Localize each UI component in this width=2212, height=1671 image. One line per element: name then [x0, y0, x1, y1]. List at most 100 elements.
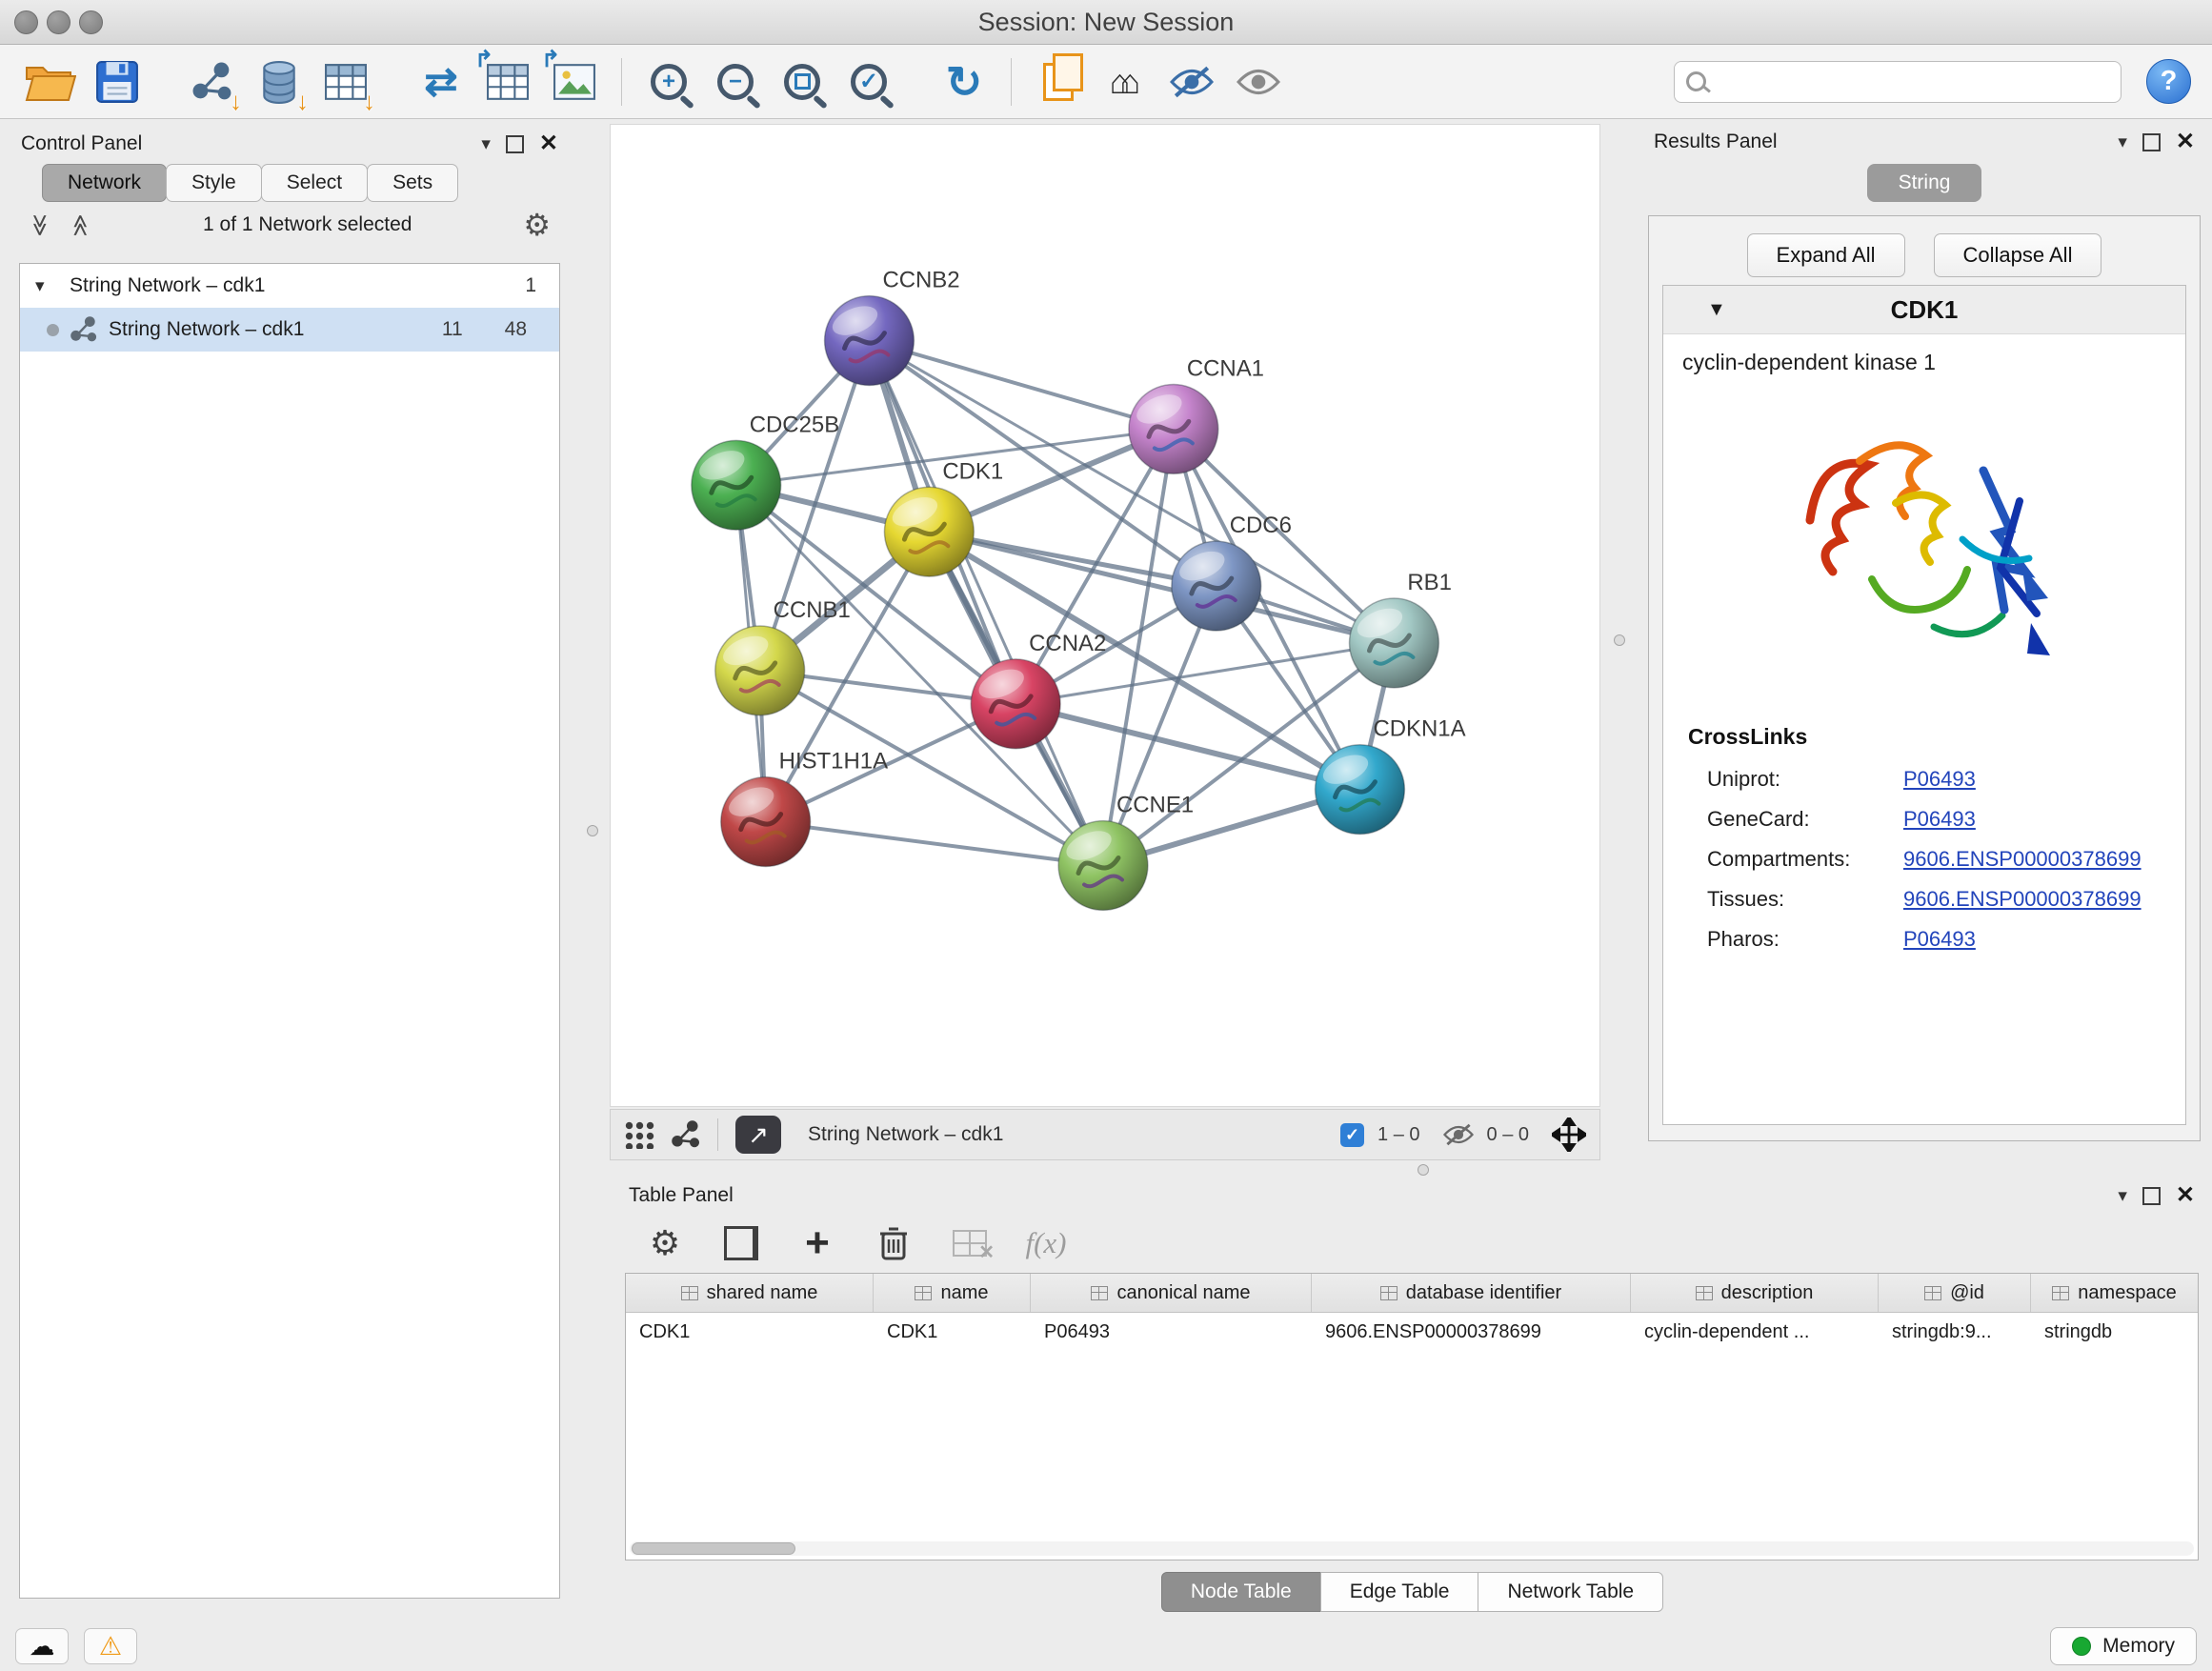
panel-close-icon[interactable]: ✕ [539, 132, 558, 155]
tab-network-table[interactable]: Network Table [1478, 1572, 1663, 1612]
network-collection-row[interactable]: ▾ String Network – cdk1 1 [20, 264, 559, 308]
selected-checkbox-icon[interactable]: ✓ [1340, 1123, 1364, 1147]
gene-card-header[interactable]: ▼ CDK1 [1663, 286, 2185, 334]
help-button[interactable]: ? [2146, 59, 2191, 104]
network-row[interactable]: String Network – cdk1 11 48 [20, 308, 559, 352]
birdseye-grid-icon[interactable] [624, 1120, 654, 1149]
add-column-button[interactable]: + [796, 1220, 838, 1266]
table-row[interactable]: CDK1 CDK1 P06493 9606.ENSP00000378699 cy… [626, 1313, 2198, 1351]
import-table-button[interactable]: ↓ [316, 52, 375, 111]
network-node-HIST1H1A[interactable]: HIST1H1A [721, 749, 888, 867]
panel-menu-icon[interactable]: ▾ [481, 135, 491, 153]
network-node-CDC25B[interactable]: CDC25B [692, 412, 839, 530]
window-minimize-button[interactable] [47, 10, 70, 34]
export-table-button[interactable]: ↱ [478, 52, 537, 111]
delete-column-button[interactable] [873, 1220, 915, 1266]
zoom-out-button[interactable]: − [706, 52, 765, 111]
column-header[interactable]: database identifier [1312, 1274, 1631, 1312]
table-options-button[interactable]: ⚙ [644, 1220, 686, 1266]
database-icon [260, 60, 298, 104]
move-crosshair-icon[interactable] [1552, 1117, 1586, 1152]
export-image-button[interactable]: ↱ [545, 52, 604, 111]
expand-all-button[interactable]: Expand All [1747, 233, 1905, 277]
clone-network-button[interactable] [1029, 52, 1088, 111]
apply-layout-button[interactable]: ↻ [935, 52, 994, 111]
panel-close-icon[interactable]: ✕ [2176, 1184, 2195, 1207]
tab-node-table[interactable]: Node Table [1161, 1572, 1321, 1612]
panel-menu-icon[interactable]: ▾ [2118, 1187, 2127, 1205]
welcome-screen-button[interactable]: ⌂⌂ [1096, 52, 1155, 111]
window-zoom-button[interactable] [79, 10, 103, 34]
vertical-splitter-handle[interactable] [587, 825, 598, 836]
show-details-button[interactable] [1229, 52, 1288, 111]
collapse-all-icon[interactable]: ≫ [30, 213, 51, 236]
zoom-in-button[interactable]: + [639, 52, 698, 111]
crosslink-genecard-link[interactable]: P06493 [1903, 807, 1976, 832]
crosslink-pharos-link[interactable]: P06493 [1903, 927, 1976, 952]
tab-style[interactable]: Style [166, 164, 262, 202]
network-node-CCNA1[interactable]: CCNA1 [1129, 355, 1264, 473]
horizontal-scrollbar[interactable] [630, 1541, 2194, 1556]
panel-close-icon[interactable]: ✕ [2176, 131, 2195, 153]
network-share-icon[interactable] [672, 1120, 700, 1149]
tree-expand-icon[interactable]: ▾ [35, 275, 58, 297]
show-columns-button[interactable] [720, 1220, 762, 1266]
network-node-CDKN1A[interactable]: CDKN1A [1316, 716, 1466, 835]
network-node-CCNB1[interactable]: CCNB1 [715, 597, 851, 715]
scrollbar-thumb[interactable] [632, 1542, 795, 1555]
cloud-button[interactable]: ☁ [15, 1628, 69, 1664]
network-node-CCNB2[interactable]: CCNB2 [825, 268, 960, 386]
delete-table-button[interactable] [949, 1220, 991, 1266]
collapse-section-icon[interactable]: ▼ [1707, 299, 1726, 321]
warnings-button[interactable]: ⚠ [84, 1628, 137, 1664]
crosslink-compartments-link[interactable]: 9606.ENSP00000378699 [1903, 847, 2142, 872]
column-header[interactable]: canonical name [1031, 1274, 1312, 1312]
column-type-icon [1380, 1286, 1398, 1300]
network-options-gear-icon[interactable]: ⚙ [523, 210, 551, 240]
network-node-CDK1[interactable]: CDK1 [884, 458, 1003, 576]
cell-description: cyclin-dependent ... [1631, 1321, 1879, 1343]
zoom-selected-button[interactable]: ✓ [839, 52, 898, 111]
eye-slash-icon[interactable] [1443, 1123, 1474, 1146]
panel-menu-icon[interactable]: ▾ [2118, 133, 2127, 151]
hide-details-button[interactable] [1162, 52, 1221, 111]
memory-button[interactable]: Memory [2050, 1627, 2197, 1665]
cell-name: CDK1 [874, 1321, 1031, 1343]
tab-string[interactable]: String [1867, 164, 1981, 202]
function-builder-button[interactable]: f(x) [1025, 1220, 1067, 1266]
tab-edge-table[interactable]: Edge Table [1320, 1572, 1479, 1612]
panel-maximize-icon[interactable] [2142, 1187, 2161, 1205]
navigator-button[interactable]: ↗ [735, 1116, 781, 1154]
network-canvas[interactable]: CCNB2CCNA1CDC25BCDK1CDC6RB1CCNB1CCNA2CDK… [610, 124, 1600, 1107]
network-node-RB1[interactable]: RB1 [1350, 570, 1452, 688]
panel-maximize-icon[interactable] [2142, 133, 2161, 151]
crosslink-tissues-link[interactable]: 9606.ENSP00000378699 [1903, 887, 2142, 912]
open-session-button[interactable] [21, 52, 80, 111]
horizontal-splitter-handle[interactable] [1418, 1164, 1429, 1176]
panel-maximize-icon[interactable] [506, 135, 524, 153]
column-header[interactable]: @id [1879, 1274, 2031, 1312]
column-header[interactable]: description [1631, 1274, 1879, 1312]
collapse-all-button[interactable]: Collapse All [1934, 233, 2102, 277]
window-close-button[interactable] [14, 10, 38, 34]
column-header[interactable]: name [874, 1274, 1031, 1312]
crosslink-label: Tissues: [1707, 887, 1903, 912]
tab-network[interactable]: Network [42, 164, 167, 202]
zoom-fit-button[interactable] [773, 52, 832, 111]
network-tree: ▾ String Network – cdk1 1 String Network… [19, 263, 560, 1599]
first-neighbors-button[interactable]: ⇄ [412, 52, 471, 111]
crosslink-uniprot-link[interactable]: P06493 [1903, 767, 1976, 792]
expand-all-icon[interactable]: ≫ [70, 213, 91, 236]
save-session-button[interactable] [88, 52, 147, 111]
search-input[interactable] [1716, 70, 2109, 93]
column-header[interactable]: shared name [626, 1274, 874, 1312]
import-network-database-button[interactable]: ↓ [250, 52, 309, 111]
table-panel-title: Table Panel [629, 1184, 734, 1207]
main-toolbar: ↓ ↓ ↓ ⇄ ↱ ↱ + − ✓ [0, 45, 2212, 119]
node-table: shared name name canonical name database… [625, 1273, 2199, 1560]
vertical-splitter-handle[interactable] [1614, 634, 1625, 646]
tab-select[interactable]: Select [261, 164, 368, 202]
column-header[interactable]: namespace [2031, 1274, 2198, 1312]
tab-sets[interactable]: Sets [367, 164, 458, 202]
import-network-button[interactable]: ↓ [183, 52, 242, 111]
